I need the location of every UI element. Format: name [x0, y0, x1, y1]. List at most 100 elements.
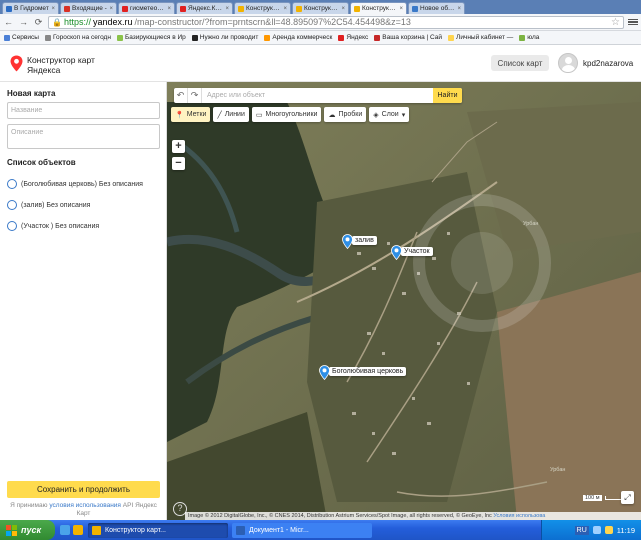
username[interactable]: kpd2nazarova [583, 59, 633, 68]
browser-tab[interactable]: Конструктор × [350, 2, 407, 14]
object-list-item[interactable]: (Участок ) Без описания [7, 220, 99, 232]
save-and-continue-button[interactable]: Сохранить и продолжить [7, 481, 160, 498]
browser-tab[interactable]: Яндекс.Карт × [176, 2, 233, 14]
scale-label: 100 м [583, 495, 602, 501]
bookmark-item[interactable]: Яндекс [338, 34, 368, 41]
network-icon[interactable] [592, 526, 601, 534]
tool-polygons[interactable]: ▭ Многоугольники [251, 107, 322, 122]
tool-label: Пробки [338, 111, 363, 118]
map-marker[interactable]: Участок [391, 245, 433, 260]
url-field[interactable]: 🔒 https://yandex.ru/map-constructor/?fro… [48, 15, 624, 29]
start-button[interactable]: пуск [0, 520, 55, 540]
close-icon[interactable]: × [225, 6, 229, 12]
reload-icon[interactable]: ⟳ [33, 17, 44, 28]
find-button[interactable]: Найти [433, 88, 462, 103]
address-bar-row: ← → ⟳ 🔒 https://yandex.ru/map-constructo… [0, 14, 641, 31]
close-icon[interactable]: × [167, 6, 171, 12]
map-scale: 100 м [583, 495, 627, 501]
marker-label: Боголюбивая церковь [329, 367, 407, 376]
terms-of-use-link[interactable]: Условия использова [493, 513, 545, 519]
avito-watermark [413, 194, 551, 332]
volume-icon[interactable] [604, 526, 613, 534]
tab-title: Конструктор [246, 5, 282, 12]
close-icon[interactable]: × [457, 6, 461, 12]
system-tray: RU 11:19 [541, 520, 641, 540]
map-view[interactable]: ↶ ↷ Адрес или объект Найти 📍 Метки ╱ Лин… [167, 82, 641, 520]
bookmark-item[interactable]: Нужно ли проводит [191, 34, 258, 41]
bookmark-item[interactable]: Ваша корзина | Сай [374, 34, 442, 41]
bookmark-favicon-icon [374, 34, 381, 41]
taskbar-task[interactable]: Конструктор карт... [88, 522, 228, 538]
tab-title: Конструктор [304, 5, 340, 12]
url-scheme: https:// [63, 17, 91, 27]
close-icon[interactable]: × [341, 6, 345, 12]
tab-favicon-icon [238, 5, 244, 12]
windows-taskbar: пуск Конструктор карт... Документ1 - Mic… [0, 520, 641, 540]
browser-tab[interactable]: Конструктор × [292, 2, 349, 14]
tab-favicon-icon [180, 5, 186, 12]
bookmark-label: Личный кабинет — [456, 34, 514, 41]
word-icon [236, 525, 245, 535]
close-icon[interactable]: × [51, 6, 55, 12]
tab-title: Входящие - [72, 5, 107, 12]
bookmark-star-icon[interactable]: ☆ [611, 17, 620, 28]
tool-traffic[interactable]: ☁ Пробки [324, 107, 367, 122]
bookmark-item[interactable]: Базирующиеся в Ир [116, 34, 186, 41]
copyright-text: Image © 2012 DigitalGlobe, Inc., © CNES … [188, 513, 492, 519]
bookmark-label: Сервисы [12, 34, 39, 41]
traffic-icon: ☁ [328, 111, 336, 119]
map-marker[interactable]: залив [342, 234, 377, 249]
forward-arrow-icon[interactable]: → [18, 17, 29, 28]
zoom-out-button[interactable]: − [172, 157, 185, 170]
quick-launch-icon[interactable] [73, 525, 83, 535]
maps-list-button[interactable]: Список карт [491, 55, 549, 71]
taskbar-task[interactable]: Документ1 - Micr... [232, 522, 372, 538]
browser-tab[interactable]: Входящие - × [60, 2, 117, 14]
tab-title: Новое объяв [420, 5, 456, 12]
bookmark-item[interactable]: Аренда коммерческ [264, 34, 332, 41]
browser-menu-icon[interactable] [628, 18, 638, 26]
map-description-input[interactable]: Описание [7, 124, 160, 149]
map-marker[interactable]: Боголюбивая церковь [319, 365, 407, 380]
tab-favicon-icon [122, 5, 128, 12]
browser-tab[interactable]: гисметео ул × [118, 2, 175, 14]
tool-lines[interactable]: ╱ Линии [213, 107, 249, 122]
back-arrow-icon[interactable]: ← [3, 17, 14, 28]
user-avatar[interactable] [558, 53, 578, 73]
object-list-item[interactable]: (Боголюбивая церковь) Без описания [7, 178, 143, 190]
close-icon[interactable]: × [109, 6, 113, 12]
tool-placemarks[interactable]: 📍 Метки [171, 107, 211, 122]
bookmark-item[interactable]: Сервисы [4, 34, 39, 41]
close-icon[interactable]: × [399, 6, 403, 12]
bookmark-favicon-icon [116, 34, 123, 41]
fullscreen-icon[interactable]: ⤢ [621, 491, 634, 504]
browser-tab[interactable]: В Гидромет × [2, 2, 59, 14]
map-search-input[interactable]: Адрес или объект [202, 88, 433, 103]
close-icon[interactable]: × [283, 6, 287, 12]
tool-label: Линии [224, 111, 245, 118]
redo-icon[interactable]: ↷ [188, 88, 202, 103]
quick-launch [55, 525, 88, 535]
map-name-input[interactable]: Название [7, 102, 160, 119]
app-logo-text: Конструктор карт Яндекса [27, 55, 95, 75]
language-indicator[interactable]: RU [574, 525, 589, 535]
bookmark-item[interactable]: Личный кабинет — [448, 34, 513, 41]
object-label: (залив) Без описания [21, 201, 91, 209]
object-list-item[interactable]: (залив) Без описания [7, 199, 90, 211]
terms-link[interactable]: условия использования [49, 502, 121, 509]
zoom-in-button[interactable]: + [172, 140, 185, 153]
placemark-icon [342, 234, 353, 249]
yandex-maps-logo-icon [10, 55, 23, 72]
bookmark-item[interactable]: юла [519, 34, 539, 41]
tool-layers[interactable]: ◈ Слои ▾ [369, 107, 410, 122]
browser-tab[interactable]: Конструктор × [234, 2, 291, 14]
chevron-down-icon: ▾ [401, 111, 406, 119]
bookmark-item[interactable]: Гороскоп на сегодн [44, 34, 111, 41]
quick-launch-icon[interactable] [60, 525, 70, 535]
browser-tab[interactable]: Новое объяв × [408, 2, 465, 14]
app-header: Конструктор карт Яндекса Список карт kpd… [0, 45, 641, 82]
pin-icon: 📍 [175, 111, 184, 119]
object-marker-icon [7, 179, 17, 189]
tab-title: Конструктор [362, 5, 398, 12]
undo-icon[interactable]: ↶ [174, 88, 188, 103]
